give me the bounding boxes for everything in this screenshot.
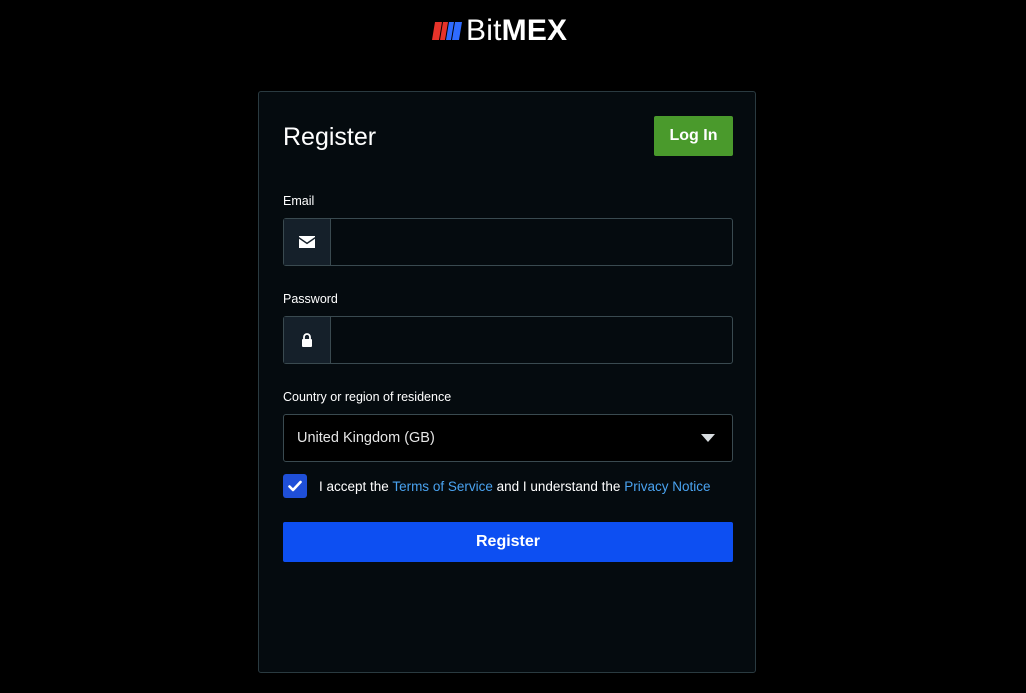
register-card: Register Log In Email Password Country o…: [258, 91, 756, 673]
envelope-icon: [299, 236, 315, 248]
page-title: Register: [283, 123, 377, 151]
email-input[interactable]: [331, 219, 732, 265]
terms-text-before: I accept the: [319, 478, 393, 494]
login-button[interactable]: Log In: [654, 116, 733, 156]
terms-text: I accept the Terms of Service and I unde…: [319, 479, 710, 494]
logo-text-mex: MEX: [501, 14, 568, 47]
country-select[interactable]: United Kingdom (GB): [283, 414, 733, 462]
lock-icon: [302, 333, 312, 347]
password-label: Password: [283, 292, 338, 306]
bitmex-logo[interactable]: BitMEX: [432, 14, 567, 48]
bitmex-logo-mark-icon: [432, 22, 462, 40]
password-input-group: [283, 316, 733, 364]
country-label: Country or region of residence: [283, 390, 452, 404]
password-addon: [284, 317, 331, 363]
terms-checkbox[interactable]: [283, 474, 307, 498]
terms-text-middle: and I understand the: [492, 478, 625, 494]
email-label: Email: [283, 194, 315, 208]
email-input-group: [283, 218, 733, 266]
chevron-down-icon: [701, 434, 715, 442]
country-select-value: United Kingdom (GB): [297, 430, 435, 446]
terms-of-service-link[interactable]: Terms of Service: [392, 479, 493, 494]
terms-row: I accept the Terms of Service and I unde…: [283, 474, 710, 498]
logo-text-bit: Bit: [466, 14, 502, 47]
password-input[interactable]: [331, 317, 732, 363]
checkmark-icon: [288, 480, 302, 492]
email-addon: [284, 219, 331, 265]
logo-wordmark: BitMEX: [466, 14, 567, 48]
privacy-notice-link[interactable]: Privacy Notice: [624, 479, 710, 494]
register-button[interactable]: Register: [283, 522, 733, 562]
page: BitMEX Register Log In Email Password Co…: [0, 0, 1026, 693]
